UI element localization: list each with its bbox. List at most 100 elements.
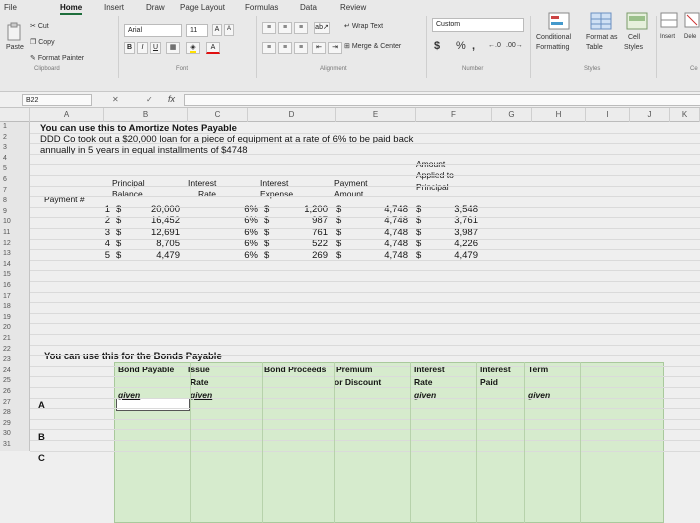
row-header-22[interactable]: 22 [0,344,30,356]
principal-balance[interactable]: 20,000 [120,204,180,215]
copy-button[interactable]: ❐ Copy [30,38,55,46]
payment-amount[interactable]: 4,748 [348,204,408,215]
grow-font-button[interactable]: A [212,24,222,36]
cell-a24[interactable]: B [38,432,45,443]
format-painter-button[interactable]: ✎ Format Painter [30,54,84,62]
tab-formulas[interactable]: Formulas [245,3,278,12]
align-center-button[interactable]: ≡ [278,42,292,54]
row-header-1[interactable]: 1 [0,122,30,133]
row-header-31[interactable]: 31 [0,440,30,451]
currency-button[interactable]: $ [434,40,440,52]
tab-draw[interactable]: Draw [146,3,165,12]
row-header-13[interactable]: 13 [0,249,30,260]
given-interest-rate[interactable]: given [414,390,436,401]
cell-a26[interactable]: C [38,453,45,464]
percent-button[interactable]: % [456,40,466,52]
cut-button[interactable]: ✂ Cut [30,22,49,30]
interest-expense[interactable]: 1,200 [268,204,328,215]
decrease-decimal-button[interactable]: .00→ [506,42,523,49]
given-issue-rate[interactable]: given [190,390,212,401]
column-header-b[interactable]: B [104,108,188,122]
principal-balance[interactable]: 8,705 [120,238,180,249]
tab-file[interactable]: File [4,3,17,12]
interest-expense[interactable]: 522 [268,238,328,249]
shrink-font-button[interactable]: A [224,24,234,36]
italic-button[interactable]: I [137,42,148,54]
wrap-text-button[interactable]: ↵ Wrap Text [344,22,383,30]
increase-indent-button[interactable]: ⇥ [328,42,342,54]
function-icon[interactable]: fx [168,94,175,104]
row-header-27[interactable]: 27 [0,397,30,409]
interest-rate[interactable]: 6% [198,238,258,249]
increase-decimal-button[interactable]: ←.0 [488,42,501,49]
row-header-20[interactable]: 20 [0,323,30,334]
row-header-30[interactable]: 30 [0,429,30,440]
row-header-19[interactable]: 19 [0,312,30,324]
column-header-e[interactable]: E [336,108,416,122]
merge-center-button[interactable]: ⊞ Merge & Center [344,42,401,50]
insert-cells-button[interactable]: Insert [660,12,682,52]
column-header-j[interactable]: J [630,108,670,122]
row-header-18[interactable]: 18 [0,302,30,313]
cell-a18[interactable]: You can use this for the Bonds Payable [44,351,222,362]
row-header-8[interactable]: 8 [0,196,30,207]
underline-button[interactable]: U [150,42,161,54]
payment-amount[interactable]: 4,748 [348,238,408,249]
row-header-9[interactable]: 9 [0,206,30,218]
principal-applied[interactable]: 3,548 [418,204,478,215]
column-header-g[interactable]: G [492,108,532,122]
row-header-14[interactable]: 14 [0,259,30,271]
column-header-k[interactable]: K [670,108,700,122]
row-header-24[interactable]: 24 [0,365,30,377]
comma-button[interactable]: , [472,40,475,52]
tab-insert[interactable]: Insert [104,3,124,12]
column-header-f[interactable]: F [416,108,492,122]
font-name-select[interactable]: Arial [124,24,182,37]
enter-icon[interactable]: ✓ [146,95,153,104]
bold-button[interactable]: B [124,42,135,54]
number-format-select[interactable]: Custom [432,18,524,32]
row-header-21[interactable]: 21 [0,334,30,345]
font-size-select[interactable]: 11 [186,24,208,37]
row-header-2[interactable]: 2 [0,132,30,144]
select-all-corner[interactable] [0,108,30,122]
given-term[interactable]: given [528,390,550,401]
align-right-button[interactable]: ≡ [294,42,308,54]
tab-review[interactable]: Review [340,3,366,12]
payment-number[interactable]: 1 [50,204,110,215]
given-bond-payable[interactable]: given [118,390,140,401]
sheet-grid[interactable]: You can use this to Amortize Notes Payab… [0,122,700,523]
orientation-button[interactable]: ab↗ [314,22,330,34]
row-header-15[interactable]: 15 [0,270,30,281]
row-header-23[interactable]: 23 [0,355,30,366]
fill-color-button[interactable]: ◈ [186,42,200,54]
align-middle-button[interactable]: ≡ [278,22,292,34]
paste-button[interactable]: Paste [6,22,28,56]
conditional-formatting-button[interactable]: Conditional Formatting [536,12,580,58]
tab-data[interactable]: Data [300,3,317,12]
row-header-6[interactable]: 6 [0,175,30,186]
row-header-16[interactable]: 16 [0,281,30,292]
font-color-button[interactable]: A [206,42,220,54]
align-left-button[interactable]: ≡ [262,42,276,54]
delete-cells-button[interactable]: Dele [684,12,700,52]
column-header-a[interactable]: A [30,108,104,122]
dollar-sign[interactable]: $ [336,204,341,215]
row-header-29[interactable]: 29 [0,418,30,430]
align-top-button[interactable]: ≡ [262,22,276,34]
tab-page-layout[interactable]: Page Layout [180,3,225,12]
row-header-4[interactable]: 4 [0,153,30,165]
row-header-10[interactable]: 10 [0,217,30,228]
formula-input[interactable] [184,94,700,106]
interest-rate[interactable]: 6% [198,204,258,215]
row-header-3[interactable]: 3 [0,143,30,154]
row-header-26[interactable]: 26 [0,387,30,398]
row-header-12[interactable]: 12 [0,238,30,250]
payment-number[interactable]: 4 [50,238,110,249]
row-header-25[interactable]: 25 [0,376,30,387]
dollar-sign[interactable]: $ [336,238,341,249]
decrease-indent-button[interactable]: ⇤ [312,42,326,54]
cell-a22[interactable]: A [38,400,45,411]
tab-home[interactable]: Home [60,3,83,15]
column-header-h[interactable]: H [532,108,586,122]
